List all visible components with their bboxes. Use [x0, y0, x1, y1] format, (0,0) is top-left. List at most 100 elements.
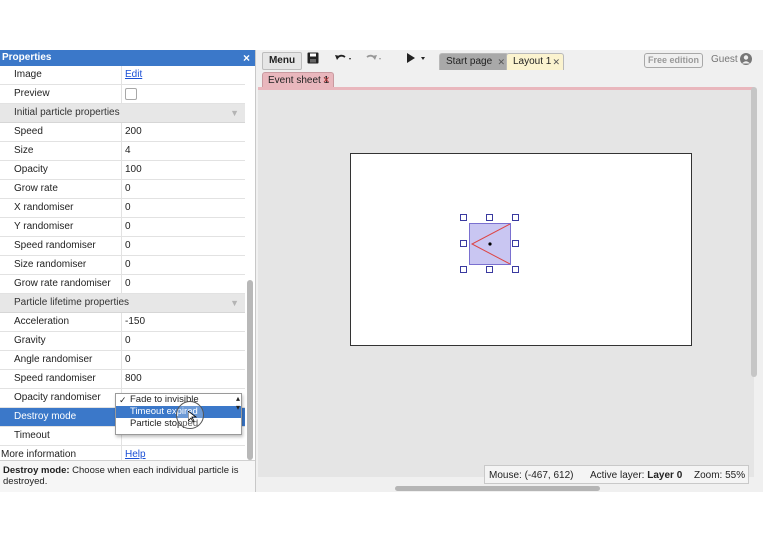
edit-link[interactable]: Edit	[125, 69, 142, 80]
property-name: Y randomiser	[14, 221, 74, 232]
property-name: Destroy mode	[14, 411, 77, 422]
property-value[interactable]: 4	[121, 142, 245, 160]
resize-handle[interactable]	[460, 266, 467, 273]
property-value[interactable]: 0	[121, 351, 245, 369]
help-link[interactable]: Help	[125, 449, 146, 460]
property-value[interactable]: 0	[121, 199, 245, 217]
property-category[interactable]: Initial particle properties ▼	[0, 104, 245, 123]
dropdown-option[interactable]: ✓ Fade to invisible	[116, 394, 241, 406]
description-title: Destroy mode:	[3, 465, 70, 476]
property-value[interactable]	[121, 85, 245, 103]
properties-title: Properties	[2, 52, 52, 63]
resize-handle[interactable]	[512, 214, 519, 221]
event-tab-label: Event sheet 1	[268, 75, 330, 86]
tab-start-page[interactable]: Start page ✕	[439, 53, 509, 70]
property-category[interactable]: Particle lifetime properties ▼	[0, 294, 245, 313]
property-name: Preview	[14, 88, 50, 99]
tab-start-label: Start page	[446, 56, 493, 67]
resize-handle[interactable]	[512, 266, 519, 273]
tab-event-sheet-1[interactable]: Event sheet 1 ✕	[262, 72, 334, 87]
properties-header: Properties ×	[0, 50, 255, 66]
property-value[interactable]: 0	[121, 256, 245, 274]
property-value[interactable]: 0	[121, 218, 245, 236]
collapse-arrow-icon[interactable]: ▼	[230, 294, 239, 312]
property-value[interactable]: 800	[121, 370, 245, 388]
tab-layout-1[interactable]: Layout 1 ✕	[506, 53, 564, 70]
category-label: Initial particle properties	[14, 107, 120, 118]
property-row[interactable]: Grow rate 0	[0, 180, 245, 199]
layout-vertical-scrollbar[interactable]	[751, 87, 757, 377]
property-row[interactable]: Size 4	[0, 142, 245, 161]
active-layer: Active layer: Layer 0	[590, 466, 682, 485]
redo-icon[interactable]	[362, 52, 384, 68]
guest-label[interactable]: Guest	[711, 53, 738, 67]
resize-handle[interactable]	[512, 240, 519, 247]
property-name: Opacity	[14, 164, 48, 175]
property-row[interactable]: Acceleration -150	[0, 313, 245, 332]
property-value[interactable]: -150	[121, 313, 245, 331]
mouse-cursor-icon	[176, 401, 204, 429]
menu-button[interactable]: Menu	[262, 52, 302, 70]
resize-handle[interactable]	[486, 266, 493, 273]
property-value[interactable]: Edit	[121, 66, 245, 84]
property-name: Speed randomiser	[14, 373, 96, 384]
property-name: Grow rate randomiser	[14, 278, 111, 289]
property-name: Speed randomiser	[14, 240, 96, 251]
property-row[interactable]: Gravity 0	[0, 332, 245, 351]
property-name: X randomiser	[14, 202, 74, 213]
layout-view[interactable]	[258, 87, 754, 477]
status-bar: Mouse: (-467, 612) Active layer: Layer 0…	[484, 465, 749, 484]
mouse-position: Mouse: (-467, 612)	[489, 470, 574, 481]
property-row[interactable]: Opacity 100	[0, 161, 245, 180]
property-value[interactable]: 0	[121, 275, 245, 293]
active-layer-label: Active layer:	[590, 470, 648, 481]
close-icon[interactable]: ✕	[552, 54, 560, 70]
zoom-level: Zoom: 55%	[694, 470, 746, 481]
property-value[interactable]: 200	[121, 123, 245, 141]
property-name: Size	[14, 145, 34, 156]
property-row[interactable]: Speed randomiser 800	[0, 370, 245, 389]
play-icon[interactable]	[404, 52, 428, 68]
close-icon[interactable]: ✕	[497, 54, 505, 70]
layout-horizontal-scrollbar[interactable]	[395, 486, 600, 491]
property-row[interactable]: Grow rate randomiser 0	[0, 275, 245, 294]
user-icon[interactable]	[740, 53, 752, 65]
resize-handle[interactable]	[486, 214, 493, 221]
select-arrows-icon[interactable]: ▴ ▾	[236, 394, 240, 412]
property-name: Grow rate	[14, 183, 58, 194]
property-value[interactable]: 100	[121, 161, 245, 179]
checkmark-icon: ✓	[119, 395, 127, 405]
property-row[interactable]: Image Edit	[0, 66, 245, 85]
free-edition-badge[interactable]: Free edition	[644, 53, 704, 68]
resize-handle[interactable]	[460, 214, 467, 221]
property-row[interactable]: X randomiser 0	[0, 199, 245, 218]
undo-icon[interactable]	[332, 52, 354, 68]
layout-canvas[interactable]	[350, 153, 692, 346]
property-row[interactable]: Angle randomiser 0	[0, 351, 245, 370]
property-name: Timeout	[14, 430, 50, 441]
active-layer-value: Layer 0	[647, 470, 683, 481]
save-icon[interactable]	[305, 52, 321, 68]
editor-window: Properties × Image Edit Preview Initial par…	[0, 50, 763, 492]
close-icon[interactable]: ✕	[322, 73, 330, 88]
resize-handle[interactable]	[460, 240, 467, 247]
property-value[interactable]: 0	[121, 180, 245, 198]
close-icon[interactable]: ×	[243, 50, 250, 66]
property-row[interactable]: Speed 200	[0, 123, 245, 142]
property-row[interactable]: Speed randomiser 0	[0, 237, 245, 256]
property-value[interactable]: 0	[121, 332, 245, 350]
preview-checkbox[interactable]	[125, 88, 137, 100]
collapse-arrow-icon[interactable]: ▼	[230, 104, 239, 122]
property-name: Speed	[14, 126, 43, 137]
particle-object[interactable]	[469, 223, 511, 265]
properties-scrollbar[interactable]	[247, 280, 253, 460]
property-row[interactable]: Y randomiser 0	[0, 218, 245, 237]
main-toolbar: Menu Start page ✕ Layout 1 ✕ Free edition …	[258, 50, 763, 71]
property-name: Angle randomiser	[14, 354, 93, 365]
property-value[interactable]: 0	[121, 237, 245, 255]
tab-layout-label: Layout 1	[513, 56, 552, 67]
property-description: Destroy mode: Choose when each individua…	[0, 460, 255, 492]
property-row[interactable]: Size randomiser 0	[0, 256, 245, 275]
property-row[interactable]: Preview	[0, 85, 245, 104]
property-name: Size randomiser	[14, 259, 87, 270]
